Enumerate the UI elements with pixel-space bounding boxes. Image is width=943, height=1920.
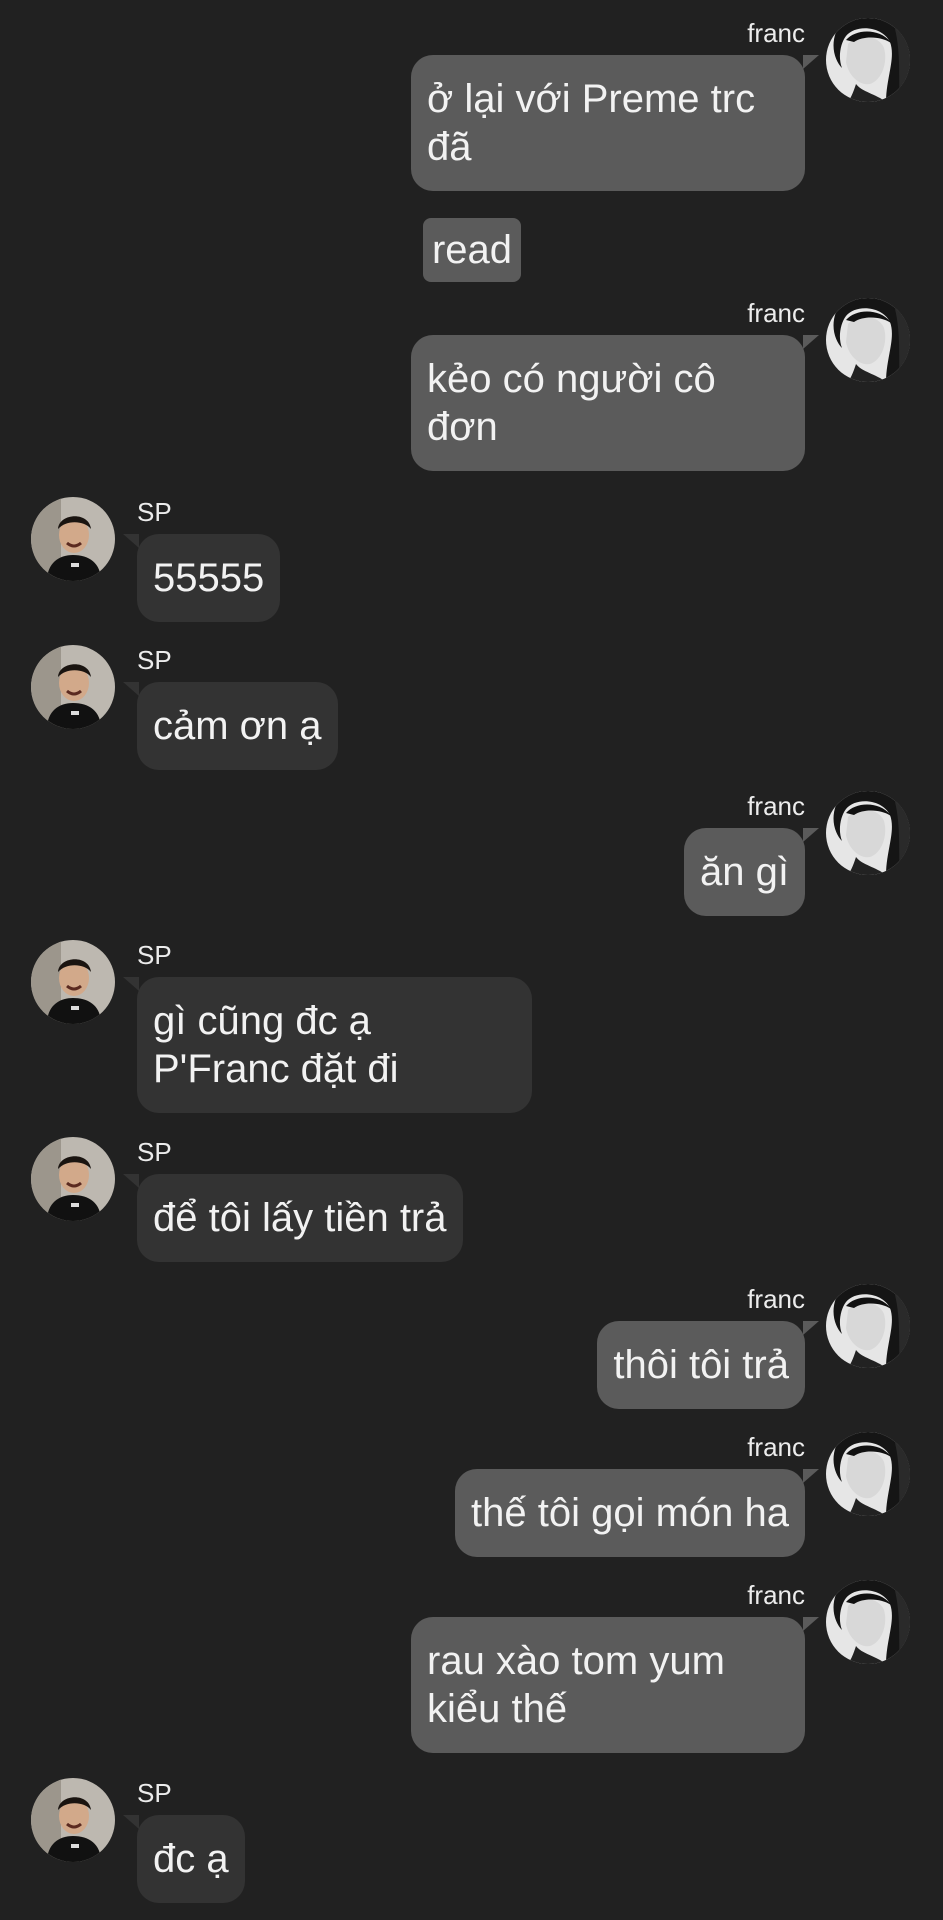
avatar[interactable] [826,791,910,875]
sender-name: franc [747,1432,805,1462]
sp-avatar-icon [31,1778,115,1862]
read-receipt: read [423,218,521,282]
avatar[interactable] [31,1778,115,1862]
bubble-tail [803,1321,819,1335]
message-bubble[interactable]: gì cũng đc ạ P'Franc đặt đi [137,977,532,1113]
message-bubble[interactable]: để tôi lấy tiền trả [137,1174,463,1262]
bubble-tail [803,1469,819,1483]
avatar[interactable] [31,497,115,581]
message-bubble[interactable]: ăn gì [684,828,805,916]
avatar[interactable] [31,1137,115,1221]
bubble-tail [803,335,819,349]
avatar[interactable] [826,298,910,382]
message-bubble[interactable]: ở lại với Preme trc đã [411,55,805,191]
bubble-tail [123,682,139,696]
message-bubble[interactable]: kẻo có người cô đơn [411,335,805,471]
sender-name: franc [747,1284,805,1314]
message-bubble[interactable]: thế tôi gọi món ha [455,1469,805,1557]
franc-avatar-icon [826,298,910,382]
bubble-tail [123,977,139,991]
message-bubble[interactable]: rau xào tom yum kiểu thế [411,1617,805,1753]
franc-avatar-icon [826,1284,910,1368]
bubble-tail [803,55,819,69]
message-bubble[interactable]: đc ạ [137,1815,245,1903]
message-bubble[interactable]: thôi tôi trả [597,1321,805,1409]
franc-avatar-icon [826,18,910,102]
bubble-tail [803,1617,819,1631]
sender-name: SP [137,497,172,527]
bubble-tail [123,1815,139,1829]
message-bubble[interactable]: cảm ơn ạ [137,682,338,770]
avatar[interactable] [826,1580,910,1664]
avatar[interactable] [826,18,910,102]
sp-avatar-icon [31,497,115,581]
avatar[interactable] [826,1432,910,1516]
sender-name: SP [137,1137,172,1167]
sender-name: franc [747,18,805,48]
bubble-tail [123,534,139,548]
message-bubble[interactable]: 55555 [137,534,281,622]
franc-avatar-icon [826,1432,910,1516]
avatar[interactable] [31,940,115,1024]
avatar[interactable] [826,1284,910,1368]
sp-avatar-icon [31,645,115,729]
sender-name: SP [137,940,172,970]
sp-avatar-icon [31,1137,115,1221]
bubble-tail [123,1174,139,1188]
bubble-tail [803,828,819,842]
sp-avatar-icon [31,940,115,1024]
sender-name: SP [137,645,172,675]
sender-name: franc [747,298,805,328]
franc-avatar-icon [826,791,910,875]
sender-name: franc [747,1580,805,1610]
sender-name: franc [747,791,805,821]
sender-name: SP [137,1778,172,1808]
franc-avatar-icon [826,1580,910,1664]
avatar[interactable] [31,645,115,729]
